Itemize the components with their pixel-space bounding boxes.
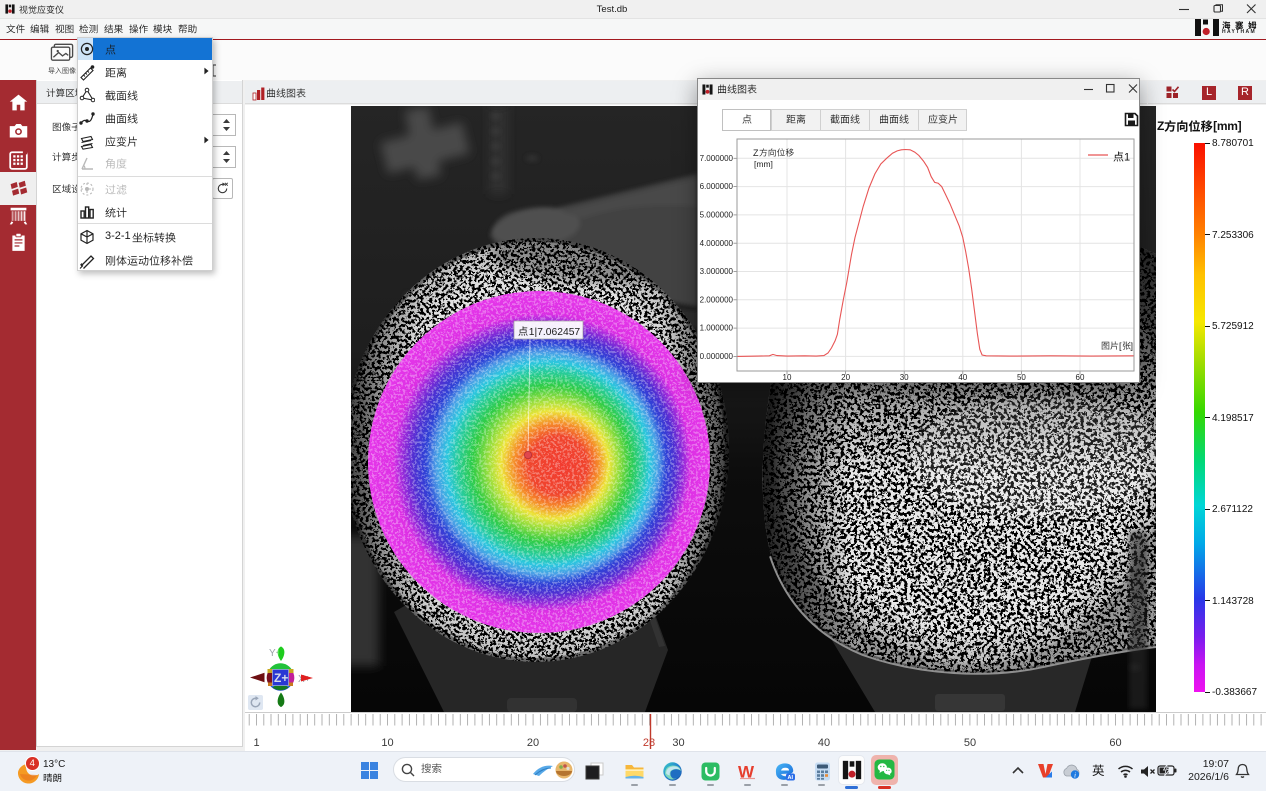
svg-text:20: 20 [527,737,539,749]
svg-text:1|7.062457: 1|7.062457 [529,327,581,338]
svg-text:1.000000: 1.000000 [700,324,734,333]
svg-text:4.000000: 4.000000 [700,239,734,248]
svg-text:60: 60 [1109,737,1121,749]
svg-text:7.000000: 7.000000 [700,154,734,163]
svg-text:50: 50 [964,737,976,749]
svg-text:0.000000: 0.000000 [700,352,734,361]
svg-text:1: 1 [253,737,259,749]
svg-text:5.000000: 5.000000 [700,211,734,220]
svg-text:AI: AI [788,775,794,781]
svg-text:6.000000: 6.000000 [700,182,734,191]
svg-text:30: 30 [672,737,684,749]
svg-text:Z+: Z+ [274,671,288,685]
svg-text:3.000000: 3.000000 [700,267,734,276]
svg-text:2.000000: 2.000000 [700,295,734,304]
svg-text:40: 40 [818,737,830,749]
svg-text:28: 28 [643,737,655,749]
svg-text:10: 10 [381,737,393,749]
svg-text:i: i [1074,770,1076,779]
